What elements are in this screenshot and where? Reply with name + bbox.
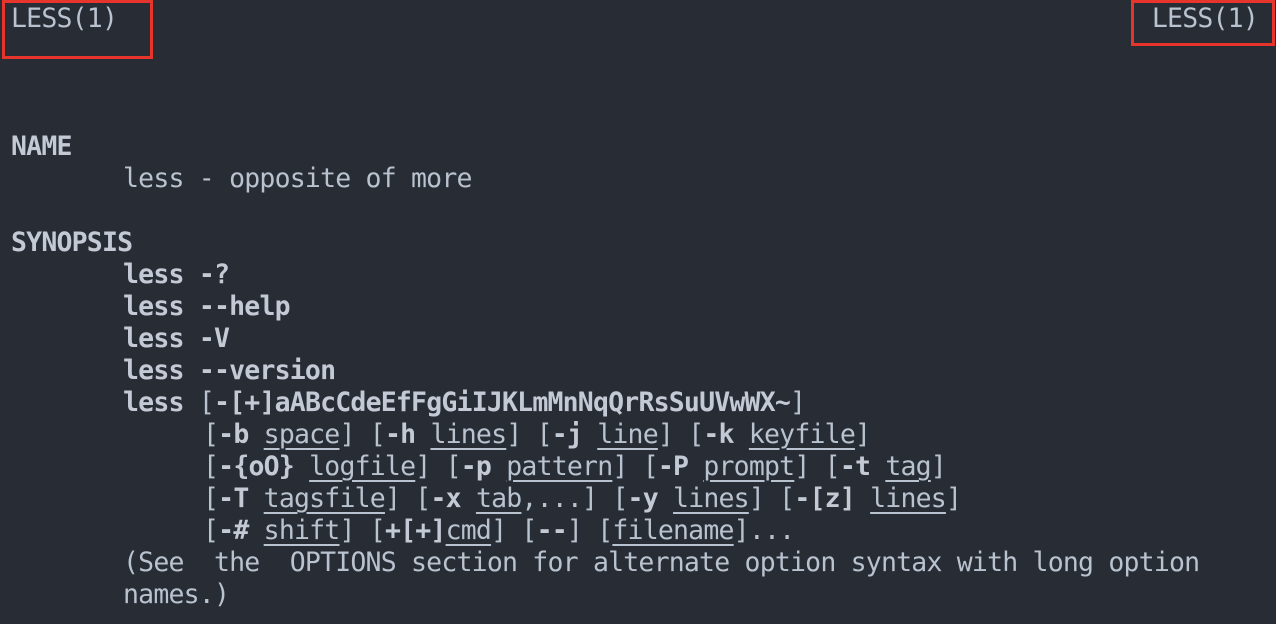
command-name: less [123, 387, 184, 418]
syntax-text [870, 451, 885, 482]
option-argument: shift [263, 515, 341, 546]
syntax-text: [ [203, 483, 219, 514]
option-flag: -x [430, 483, 461, 514]
section-heading-synopsis: SYNOPSIS [11, 227, 133, 258]
option-argument: cmd [445, 515, 492, 546]
option-flag: -T [218, 483, 249, 514]
flags-bracket: ] [790, 387, 806, 418]
option-flag: -# [218, 515, 249, 546]
syntax-text: ] [ [384, 483, 431, 514]
syntax-text: ] [ [612, 451, 658, 482]
syntax-text: ] [ [566, 515, 613, 546]
option-argument: line [597, 419, 658, 450]
syntax-text: ,...] [ [521, 483, 628, 514]
man-header-right: LESS(1) [1151, 3, 1259, 34]
option-flag: -? [198, 259, 230, 290]
syntax-text: ] [ [657, 419, 704, 450]
syntax-text: ]... [733, 515, 795, 546]
syntax-text: ] [ [794, 451, 840, 482]
command-name: less [123, 291, 184, 322]
syntax-text: ] [930, 451, 947, 482]
syntax-text: [ [203, 451, 219, 482]
synopsis-note-line-2: names.) [123, 579, 230, 610]
syntax-text: ] [945, 483, 962, 514]
synopsis-usage-line-3: [-{oO} logfile] [-p pattern] [-P prompt]… [203, 451, 947, 483]
syntax-text [249, 419, 264, 450]
option-flag: -p [460, 451, 492, 482]
syntax-text [582, 419, 597, 450]
option-flag: -[z] [794, 483, 855, 514]
option-flag: -h [384, 419, 416, 450]
syntax-text: ] [ [339, 515, 385, 546]
flags-bracket: [ [198, 387, 215, 418]
syntax-text: ] [ [748, 483, 795, 514]
synopsis-usage-line-4: [-T tagsfile] [-x tab,...] [-y lines] [-… [203, 483, 962, 515]
command-name: less [123, 323, 184, 354]
option-argument: tab [475, 483, 522, 514]
synopsis-line-help-short: less -? [123, 259, 230, 291]
syntax-text [734, 419, 749, 450]
option-argument: keyfile [748, 419, 856, 450]
syntax-text [855, 483, 870, 514]
name-description: less - opposite of more [123, 163, 472, 194]
syntax-text [294, 451, 309, 482]
synopsis-usage-line-2: [-b space] [-h lines] [-j line] [-k keyf… [203, 419, 871, 451]
option-flag: -y [627, 483, 659, 514]
option-flag: --help [198, 291, 291, 322]
option-argument: pattern [506, 451, 613, 482]
syntax-text [688, 451, 703, 482]
synopsis-line-full-usage: less [-[+]aABcCdeEfFgGiIJKLmMnNqQrRsSuUV… [123, 387, 806, 419]
option-argument: lines [673, 483, 750, 514]
option-argument: space [263, 419, 341, 450]
option-flag: -b [218, 419, 249, 450]
syntax-text: [ [203, 419, 219, 450]
synopsis-line-version-short: less -V [123, 323, 230, 355]
command-name: less [123, 355, 184, 386]
command-name: less [123, 259, 184, 290]
section-heading-name: NAME [11, 131, 72, 162]
option-flag: -t [839, 451, 871, 482]
synopsis-usage-line-5: [-# shift] [+[+]cmd] [--] [filename]... [203, 515, 795, 547]
option-flag: -V [198, 323, 230, 354]
option-argument: filename [612, 515, 734, 546]
syntax-text [658, 483, 673, 514]
option-flag: -j [551, 419, 583, 450]
synopsis-line-version-long: less --version [123, 355, 336, 387]
syntax-text: ] [ [506, 419, 552, 450]
option-argument: prompt [703, 451, 795, 482]
option-flag: -- [536, 515, 568, 546]
option-argument: lines [430, 419, 507, 450]
syntax-text: ] [ [415, 451, 461, 482]
syntax-text [249, 483, 264, 514]
synopsis-line-help-long: less --help [123, 291, 291, 323]
syntax-text [249, 515, 264, 546]
syntax-text: ] [ [491, 515, 537, 546]
syntax-text: [ [203, 515, 219, 546]
option-argument: logfile [309, 451, 416, 482]
terminal-window: LESS(1) LESS(1) NAME less - opposite of … [0, 0, 1276, 624]
syntax-text [491, 451, 506, 482]
option-flag: -k [703, 419, 734, 450]
option-argument: tagsfile [263, 483, 386, 514]
syntax-text: ] [ [339, 419, 385, 450]
syntax-text [415, 419, 430, 450]
man-header-left: LESS(1) [11, 3, 118, 34]
option-argument: tag [885, 451, 931, 482]
option-argument: lines [870, 483, 947, 514]
synopsis-note-line-1: (See the OPTIONS section for alternate o… [123, 547, 1200, 578]
syntax-text [461, 483, 476, 514]
option-flag: -P [657, 451, 689, 482]
option-flag: --version [198, 355, 336, 386]
single-letter-flags: -[+]aABcCdeEfFgGiIJKLmMnNqQrRsSuUVwWX~ [213, 387, 791, 418]
syntax-text: ] [854, 419, 871, 450]
option-flag: +[+] [384, 515, 446, 546]
option-flag: -{oO} [218, 451, 295, 482]
